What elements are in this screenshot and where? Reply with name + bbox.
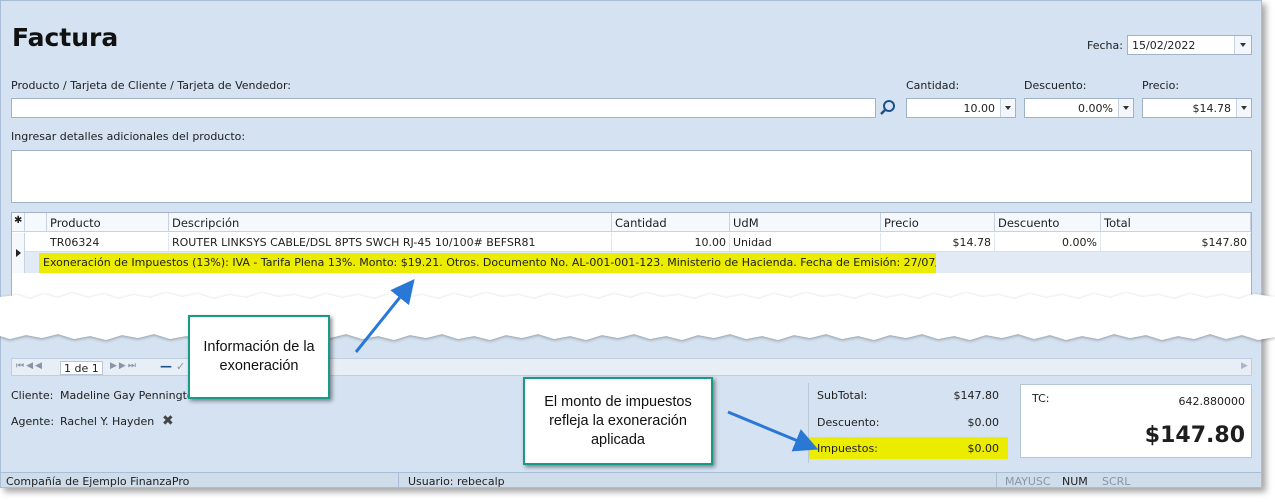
arrow-to-impuestos	[727, 410, 819, 452]
callout-impuestos: El monto de impuestos refleja la exonera…	[523, 377, 713, 465]
arrow-to-exemption	[354, 278, 415, 353]
callout-exoneracion: Información de la exoneración	[188, 315, 330, 399]
